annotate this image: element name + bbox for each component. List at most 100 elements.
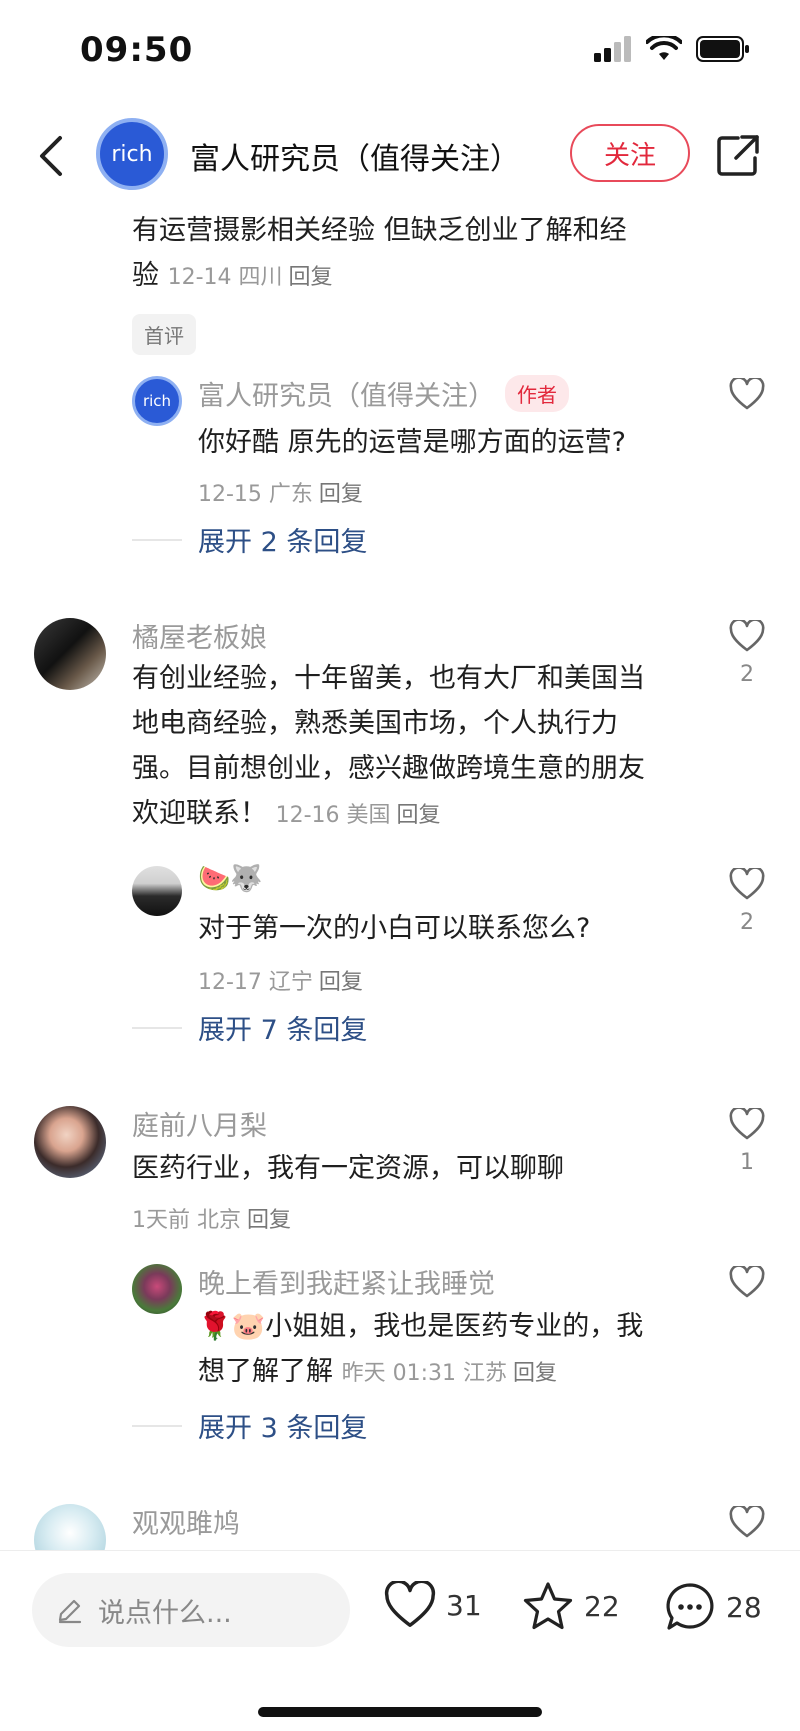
- heart-icon: [729, 376, 765, 410]
- author-name[interactable]: 富人研究员（值得关注）: [190, 134, 520, 178]
- collect-count: 22: [584, 1589, 620, 1623]
- like-count: 1: [740, 1150, 754, 1175]
- expand-label: 展开 7 条回复: [198, 1015, 368, 1046]
- reply-text: 🌹🐷小姐姐，我也是医药专业的，我 想了解了解 昨天 01:31 江苏 回复: [198, 1304, 698, 1396]
- reply-text-line: 想了解了解 昨天 01:31 江苏 回复: [198, 1349, 698, 1396]
- heart-icon: [729, 866, 765, 900]
- comment-text: 有创业经验，十年留美，也有大厂和美国当 地电商经验，熟悉美国市场，个人执行力 强…: [132, 656, 712, 838]
- expand-replies-button[interactable]: 展开 3 条回复: [132, 1406, 367, 1445]
- reply-link[interactable]: 回复: [319, 970, 363, 995]
- avatar[interactable]: [34, 1504, 106, 1550]
- reply-author[interactable]: 晚上看到我赶紧让我睡觉: [198, 1262, 495, 1301]
- status-time: 09:50: [80, 30, 194, 70]
- reply-date-location: 12-15 广东: [198, 482, 313, 507]
- comment-meta: 1天前 北京 回复: [132, 1202, 291, 1234]
- comment-button[interactable]: 28: [664, 1581, 762, 1633]
- chevron-left-icon: [40, 136, 62, 176]
- pencil-icon: [58, 1599, 82, 1624]
- comment-meta: 12-14 四川: [167, 265, 283, 290]
- bottom-action-bar: 说点什么... 31 22 28: [0, 1550, 800, 1731]
- like-button[interactable]: [722, 1264, 772, 1302]
- avatar[interactable]: [34, 1106, 106, 1178]
- reply-text: 你好酷 原先的运营是哪方面的运营?: [198, 427, 626, 458]
- comment-input[interactable]: 说点什么...: [32, 1573, 350, 1647]
- comment-text-end: 欢迎联系！: [132, 798, 267, 829]
- signal-icon: [594, 36, 631, 62]
- comment-count: 28: [726, 1590, 762, 1624]
- author-badge: 作者: [505, 375, 569, 412]
- reply-link[interactable]: 回复: [247, 1208, 291, 1233]
- heart-icon: [729, 618, 765, 652]
- star-icon: [523, 1582, 573, 1630]
- like-button[interactable]: 1: [722, 1106, 772, 1175]
- comment-author[interactable]: 观观雎鸠: [132, 1502, 240, 1541]
- like-count: 2: [740, 662, 754, 687]
- share-button[interactable]: [716, 134, 760, 178]
- wifi-icon: [646, 36, 682, 60]
- reply-meta: 12-15 广东 回复: [198, 476, 363, 508]
- comment-text: 医药行业，我有一定资源，可以聊聊: [132, 1153, 564, 1184]
- comment-text-line: 欢迎联系！ 12-16 美国 回复: [132, 791, 712, 838]
- comment-text: 有运营摄影相关经验 但缺乏创业了解和经 验 12-14 四川 回复: [132, 210, 732, 300]
- expand-label: 展开 2 条回复: [198, 527, 368, 558]
- reply-meta: 昨天 01:31 江苏: [341, 1361, 507, 1386]
- back-button[interactable]: [32, 134, 72, 178]
- comment-text-line: 验 12-14 四川 回复: [132, 253, 732, 300]
- divider: [132, 1026, 182, 1029]
- avatar[interactable]: [34, 618, 106, 690]
- divider: [132, 1424, 182, 1427]
- reply-text: 对于第一次的小白可以联系您么?: [198, 913, 591, 944]
- heart-icon: [729, 1264, 765, 1298]
- reply-date-location: 12-17 辽宁: [198, 970, 313, 995]
- battery-icon: [696, 36, 749, 62]
- like-button[interactable]: [722, 376, 772, 414]
- follow-button[interactable]: 关注: [570, 124, 690, 182]
- avatar[interactable]: [132, 866, 182, 916]
- like-button[interactable]: [722, 1504, 772, 1542]
- avatar[interactable]: rich: [132, 376, 182, 426]
- reply-text-end: 想了解了解: [198, 1356, 333, 1387]
- expand-replies-button[interactable]: 展开 2 条回复: [132, 520, 367, 559]
- comment-text-line: 有创业经验，十年留美，也有大厂和美国当: [132, 663, 645, 694]
- status-icons: [594, 36, 750, 62]
- comment-author[interactable]: 庭前八月梨: [132, 1104, 267, 1143]
- reply-author-name: 富人研究员（值得关注）: [198, 381, 495, 412]
- reply-link[interactable]: 回复: [397, 803, 441, 828]
- divider: [132, 538, 182, 541]
- reply-link[interactable]: 回复: [513, 1361, 557, 1386]
- like-button[interactable]: 2: [722, 866, 772, 935]
- top-nav: rich 富人研究员（值得关注） 关注: [0, 110, 800, 200]
- author-avatar[interactable]: rich: [96, 118, 168, 190]
- reply-author[interactable]: 🍉🐺: [198, 864, 263, 894]
- like-button[interactable]: 2: [722, 618, 772, 687]
- status-bar: 09:50: [0, 0, 800, 100]
- like-count: 2: [740, 910, 754, 935]
- comment-date-location: 1天前 北京: [132, 1208, 241, 1233]
- comment-text-end: 验: [132, 260, 159, 291]
- collect-button[interactable]: 22: [522, 1581, 620, 1631]
- comment-meta: 12-16 美国: [275, 803, 391, 828]
- share-icon: [717, 135, 759, 176]
- reply-link[interactable]: 回复: [319, 482, 363, 507]
- reply-author[interactable]: 富人研究员（值得关注） 作者: [198, 374, 569, 413]
- first-comment-tag: 首评: [132, 314, 196, 355]
- comment-text-line: 地电商经验，熟悉美国市场，个人执行力: [132, 708, 618, 739]
- avatar[interactable]: [132, 1264, 182, 1314]
- like-count: 31: [446, 1588, 482, 1622]
- comment-bubble-icon: [666, 1583, 714, 1630]
- comment-text-line: 强。目前想创业，感兴趣做跨境生意的朋友: [132, 753, 645, 784]
- comment-input-placeholder: 说点什么...: [98, 1597, 232, 1629]
- heart-icon: [729, 1106, 765, 1140]
- expand-label: 展开 3 条回复: [198, 1413, 368, 1444]
- expand-replies-button[interactable]: 展开 7 条回复: [132, 1008, 367, 1047]
- heart-icon: [384, 1581, 436, 1627]
- reply-link[interactable]: 回复: [289, 265, 333, 290]
- comment-author[interactable]: 橘屋老板娘: [132, 616, 267, 655]
- reply-meta: 12-17 辽宁 回复: [198, 964, 363, 996]
- comment-list: 有运营摄影相关经验 但缺乏创业了解和经 验 12-14 四川 回复 首评 rich…: [0, 210, 800, 1550]
- home-indicator: [258, 1707, 542, 1717]
- heart-icon: [729, 1504, 765, 1538]
- comment-text-line: 有运营摄影相关经验 但缺乏创业了解和经: [132, 215, 627, 246]
- like-post-button[interactable]: 31: [384, 1581, 482, 1629]
- reply-text-line: 🌹🐷小姐姐，我也是医药专业的，我: [198, 1311, 644, 1342]
